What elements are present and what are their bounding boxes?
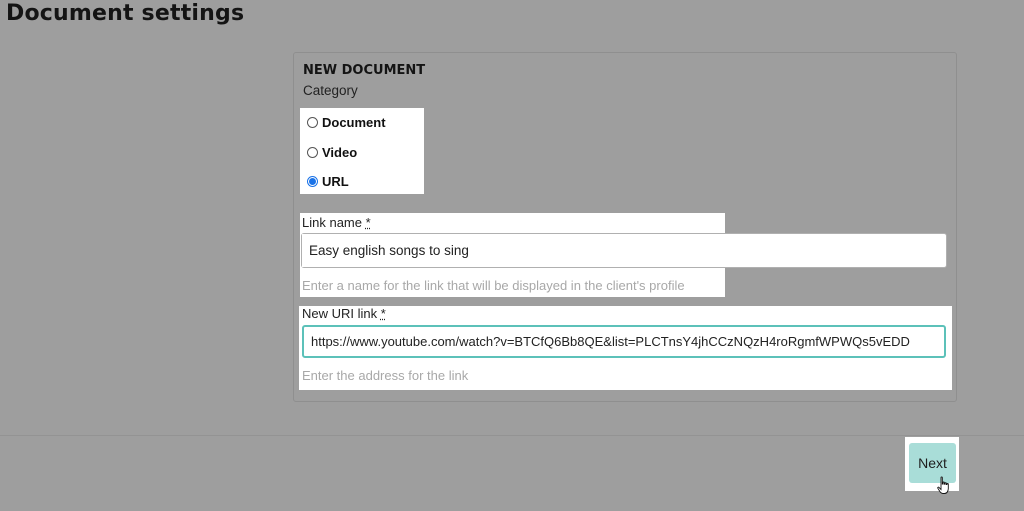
link-name-input[interactable]: Easy english songs to sing bbox=[302, 234, 724, 267]
page-title: Document settings bbox=[6, 1, 245, 26]
section-title: NEW DOCUMENT bbox=[303, 63, 426, 78]
required-mark: * bbox=[365, 215, 371, 230]
radio-document[interactable] bbox=[307, 116, 318, 128]
url-input[interactable]: https://www.youtube.com/watch?v=BTCfQ6Bb… bbox=[302, 325, 946, 358]
url-label-text: New URI link bbox=[302, 306, 378, 321]
link-name-label-text: Link name bbox=[302, 215, 362, 230]
category-option-label: Document bbox=[322, 114, 386, 130]
category-option-document[interactable]: Document bbox=[307, 112, 386, 132]
link-name-helper: Enter a name for the link that will be d… bbox=[302, 278, 685, 293]
category-option-video[interactable]: Video bbox=[307, 142, 357, 162]
url-label: New URI link * bbox=[302, 306, 386, 321]
required-mark: * bbox=[380, 306, 386, 321]
hand-pointer-icon bbox=[937, 476, 949, 494]
url-helper: Enter the address for the link bbox=[302, 368, 469, 383]
category-radio-group: Document Video URL bbox=[300, 108, 424, 194]
category-option-url[interactable]: URL bbox=[307, 171, 349, 191]
category-label: Category bbox=[303, 83, 358, 98]
category-option-label: Video bbox=[322, 144, 358, 160]
category-option-label: URL bbox=[322, 173, 349, 189]
footer-divider bbox=[0, 435, 1024, 436]
radio-video[interactable] bbox=[307, 146, 318, 158]
radio-url[interactable] bbox=[307, 175, 318, 187]
link-name-label: Link name * bbox=[302, 215, 371, 230]
